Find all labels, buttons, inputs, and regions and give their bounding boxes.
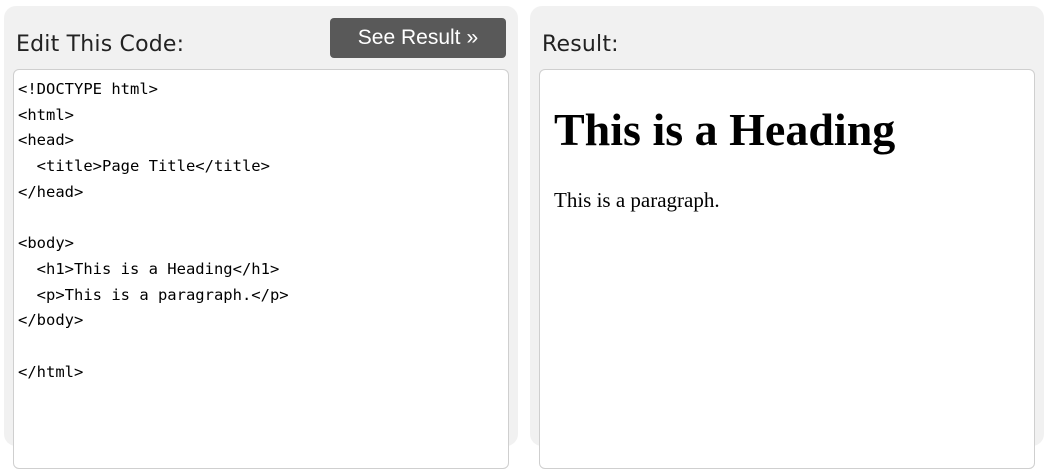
rendered-document: This is a Heading This is a paragraph. [540,104,1034,213]
rendered-paragraph: This is a paragraph. [554,188,720,212]
code-textarea[interactable]: <!DOCTYPE html> <html> <head> <title>Pag… [13,69,509,469]
rendered-heading: This is a Heading [554,104,896,155]
result-panel: Result: This is a Heading This is a para… [530,6,1044,469]
code-content[interactable]: <!DOCTYPE html> <html> <head> <title>Pag… [14,70,508,392]
double-chevron-right-icon: » [466,26,479,49]
result-title: Result: [542,32,619,57]
editor-title: Edit This Code: [16,32,185,57]
see-result-button[interactable]: See Result » [330,18,506,58]
see-result-label: See Result [357,26,461,49]
code-editor-panel: Edit This Code: See Result » <!DOCTYPE h… [4,6,518,469]
result-frame: This is a Heading This is a paragraph. [539,69,1035,469]
